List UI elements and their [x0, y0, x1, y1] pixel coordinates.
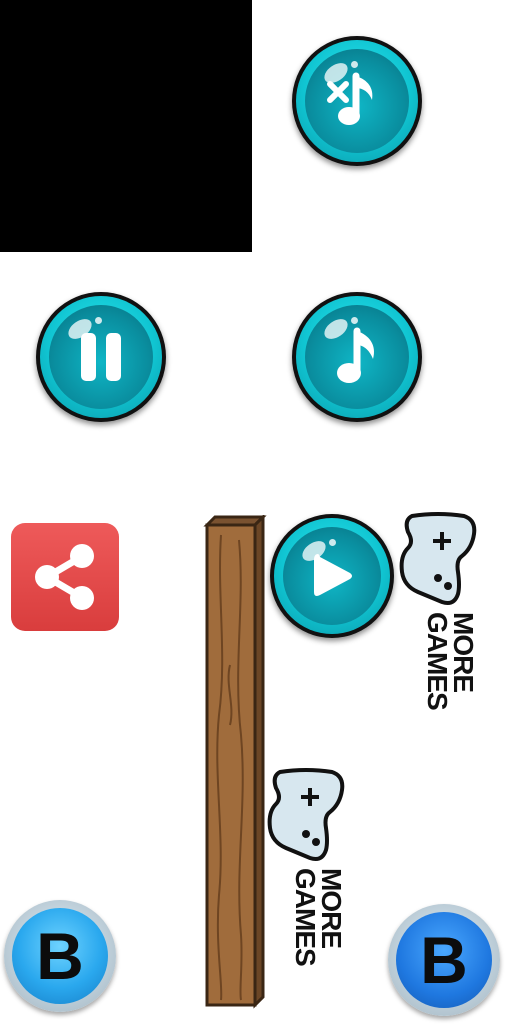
pause-icon — [81, 333, 121, 381]
share-icon — [35, 544, 94, 610]
b-button-right[interactable]: B — [388, 904, 500, 1016]
more-games-button[interactable]: MORE GAMES — [266, 768, 347, 966]
mute-music-button[interactable] — [292, 36, 422, 166]
more-games-label: MORE GAMES — [398, 612, 479, 710]
more-games-line1: MORE — [448, 612, 479, 692]
more-games-button[interactable]: MORE GAMES — [398, 512, 479, 710]
more-games-line2: GAMES — [290, 868, 321, 966]
more-games-line2: GAMES — [422, 612, 453, 710]
gamepad-icon — [399, 512, 477, 605]
gamepad-icon — [267, 768, 345, 861]
more-games-label: MORE GAMES — [266, 868, 347, 966]
b-button-label: B — [36, 919, 84, 993]
music-muted-icon — [327, 72, 373, 125]
pause-button[interactable] — [36, 292, 166, 422]
play-button[interactable] — [270, 514, 394, 638]
play-icon — [314, 554, 352, 596]
black-panel — [0, 0, 252, 252]
more-games-line1: MORE — [316, 868, 347, 948]
music-button[interactable] — [292, 292, 422, 422]
b-button-label: B — [420, 923, 468, 997]
music-note-icon — [337, 327, 375, 383]
share-button[interactable] — [11, 523, 119, 631]
wooden-plank — [203, 515, 267, 1009]
b-button-left[interactable]: B — [4, 900, 116, 1012]
